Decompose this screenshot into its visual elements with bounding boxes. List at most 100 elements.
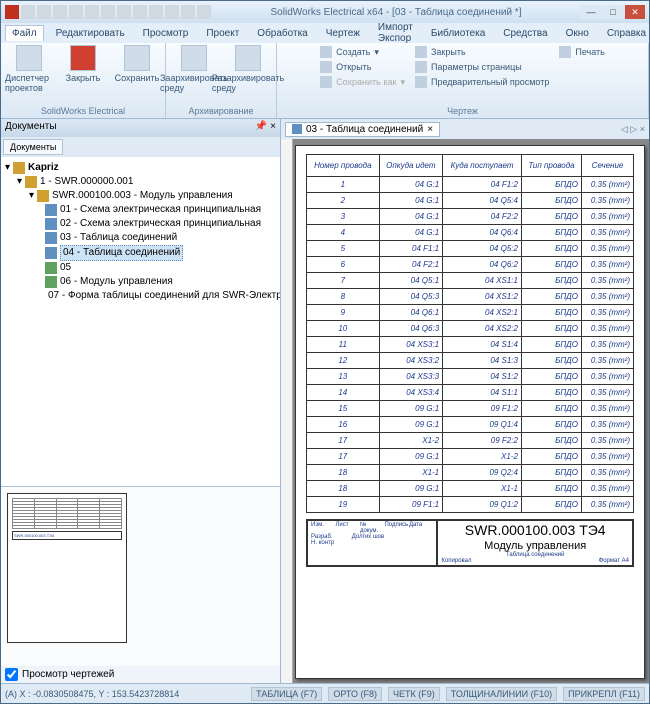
qat-btn[interactable] <box>149 5 163 19</box>
drawing-thumbnail[interactable]: SWR.000100.003 ТЭ4 <box>7 493 127 643</box>
table-row: 17X1-209 F2:2БПДО0.35 (mm²) <box>307 433 634 449</box>
archive-button[interactable]: Заархивировать среду <box>170 45 218 93</box>
project-tree[interactable]: ▾Kapriz ▾1 - SWR.000000.001 ▾SWR.000100.… <box>1 157 280 486</box>
save-button[interactable]: Сохранить <box>113 45 161 83</box>
menu-drawing[interactable]: Чертеж <box>320 26 366 41</box>
menubar: Файл Редактировать Просмотр Проект Обраб… <box>1 23 649 43</box>
schematic-icon <box>45 218 57 230</box>
create-button[interactable]: Создать ▾ <box>318 45 407 59</box>
menu-view[interactable]: Просмотр <box>137 26 195 41</box>
qat-btn[interactable] <box>85 5 99 19</box>
window: SolidWorks Electrical x64 - [03 - Таблиц… <box>0 0 650 704</box>
qat-btn[interactable] <box>197 5 211 19</box>
connection-table: Номер провода Опкуда идет Куда поступает… <box>306 154 634 513</box>
close-drawing-button[interactable]: Закрыть <box>413 45 551 59</box>
table-row: 604 F2:104 Q6:2БПДО0.35 (mm²) <box>307 257 634 273</box>
table-row: 504 F1:104 Q5:2БПДО0.35 (mm²) <box>307 241 634 257</box>
unarchive-button[interactable]: Разархивировать среду <box>224 45 272 93</box>
table-row: 804 Q5:304 XS1:2БПДО0.35 (mm²) <box>307 289 634 305</box>
menu-window[interactable]: Окно <box>560 26 595 41</box>
table-row: 1709 G:1X1-2БПДО0.35 (mm²) <box>307 449 634 465</box>
dispatch-icon <box>16 45 42 71</box>
menu-help[interactable]: Справка <box>601 26 650 41</box>
close-icon <box>70 45 96 71</box>
print-icon <box>559 46 571 58</box>
status-snap-button[interactable]: ЧЕТК (F9) <box>388 687 440 701</box>
table-icon <box>45 247 57 259</box>
titlebar: SolidWorks Electrical x64 - [03 - Таблиц… <box>1 1 649 23</box>
tab-close-icon[interactable]: × <box>427 124 433 135</box>
table-row: 104 G:104 F1:2БПДО0.35 (mm²) <box>307 177 634 193</box>
menu-project[interactable]: Проект <box>200 26 245 41</box>
table-row: 1909 F1:109 Q1:2БПДО0.35 (mm²) <box>307 497 634 513</box>
tree-selected[interactable]: 04 - Таблица соединений <box>60 245 183 261</box>
table-icon <box>45 232 57 244</box>
print-preview-button[interactable]: Предварительный просмотр <box>413 75 551 89</box>
menu-process[interactable]: Обработка <box>251 26 313 41</box>
open-button[interactable]: Открыть <box>318 60 407 74</box>
table-row: 1004 Q6:304 XS2:2БПДО0.35 (mm²) <box>307 321 634 337</box>
qat-btn[interactable] <box>165 5 179 19</box>
close-button[interactable]: ✕ <box>625 5 645 19</box>
table-row: 304 G:104 F2:2БПДО0.35 (mm²) <box>307 209 634 225</box>
status-coords: (A) X : -0.0830508475, Y : 153.542372881… <box>5 689 179 699</box>
page-params-button[interactable]: Параметры страницы <box>413 60 551 74</box>
table-row: 404 G:104 Q6:4БПДО0.35 (mm²) <box>307 225 634 241</box>
preview-icon <box>415 76 427 88</box>
page-icon <box>415 61 427 73</box>
menu-edit[interactable]: Редактировать <box>50 26 131 41</box>
doc-icon <box>45 276 57 288</box>
menu-tools[interactable]: Средства <box>497 26 553 41</box>
archive-icon <box>181 45 207 71</box>
dock-pin-icon[interactable]: 📌 × <box>255 121 276 135</box>
qat-btn[interactable] <box>181 5 195 19</box>
status-lineweight-button[interactable]: ТОЛЩИНАЛИНИИ (F10) <box>446 687 557 701</box>
window-title: SolidWorks Electrical x64 - [03 - Таблиц… <box>211 7 581 18</box>
new-icon <box>320 46 332 58</box>
menu-file[interactable]: Файл <box>5 25 44 41</box>
open-icon <box>320 61 332 73</box>
maximize-button[interactable]: □ <box>603 5 623 19</box>
statusbar: (A) X : -0.0830508475, Y : 153.542372881… <box>1 683 649 703</box>
vertical-ruler <box>281 139 293 683</box>
saveas-icon <box>320 76 332 88</box>
table-row: 1204 XS3:204 S1:3БПДО0.35 (mm²) <box>307 353 634 369</box>
menu-library[interactable]: Библиотека <box>425 26 491 41</box>
table-row: 1509 G:109 F1:2БПДО0.35 (mm²) <box>307 401 634 417</box>
status-attach-button[interactable]: ПРИКРЕПЛ (F11) <box>563 687 645 701</box>
app-icon <box>5 5 19 19</box>
preview-panel: SWR.000100.003 ТЭ4 <box>1 486 280 666</box>
table-row: 1304 XS3:304 S1:2БПДО0.35 (mm²) <box>307 369 634 385</box>
qat-btn[interactable] <box>53 5 67 19</box>
qat-btn[interactable] <box>133 5 147 19</box>
tab-documents[interactable]: Документы <box>3 139 63 155</box>
qat-btn[interactable] <box>21 5 35 19</box>
qat-btn[interactable] <box>101 5 115 19</box>
table-row: 18X1-109 Q2:4БПДО0.35 (mm²) <box>307 465 634 481</box>
drawing-area: 03 - Таблица соединений× ◁ ▷ × Номер про… <box>281 119 649 683</box>
saveas-button[interactable]: Сохранить как ▾ <box>318 75 407 89</box>
minimize-button[interactable]: — <box>581 5 601 19</box>
dock-title: Документы📌 × <box>1 119 280 137</box>
unarchive-icon <box>235 45 261 71</box>
status-ortho-button[interactable]: ОРТО (F8) <box>328 687 382 701</box>
print-button[interactable]: Печать <box>557 45 606 59</box>
folder-icon <box>37 190 49 202</box>
qat-btn[interactable] <box>69 5 83 19</box>
save-icon <box>124 45 150 71</box>
document-tab[interactable]: 03 - Таблица соединений× <box>285 122 440 137</box>
ribbon: Диспетчер проектов Закрыть Сохранить Sol… <box>1 43 649 119</box>
table-row: 1809 G:1X1-1БПДО0.35 (mm²) <box>307 481 634 497</box>
quick-access-toolbar <box>5 5 211 19</box>
qat-btn[interactable] <box>37 5 51 19</box>
close-doc-icon <box>415 46 427 58</box>
status-table-button[interactable]: ТАБЛИЦА (F7) <box>251 687 322 701</box>
preview-checkbox[interactable]: Просмотр чертежей <box>1 666 280 683</box>
table-row: 904 Q6:104 XS2:1БПДО0.35 (mm²) <box>307 305 634 321</box>
drawing-viewport[interactable]: Номер провода Опкуда идет Куда поступает… <box>281 139 649 683</box>
folder-icon <box>13 162 25 174</box>
close-project-button[interactable]: Закрыть <box>59 45 107 83</box>
table-row: 204 G:104 Q5:4БПДО0.35 (mm²) <box>307 193 634 209</box>
dispatch-button[interactable]: Диспетчер проектов <box>5 45 53 93</box>
qat-btn[interactable] <box>117 5 131 19</box>
